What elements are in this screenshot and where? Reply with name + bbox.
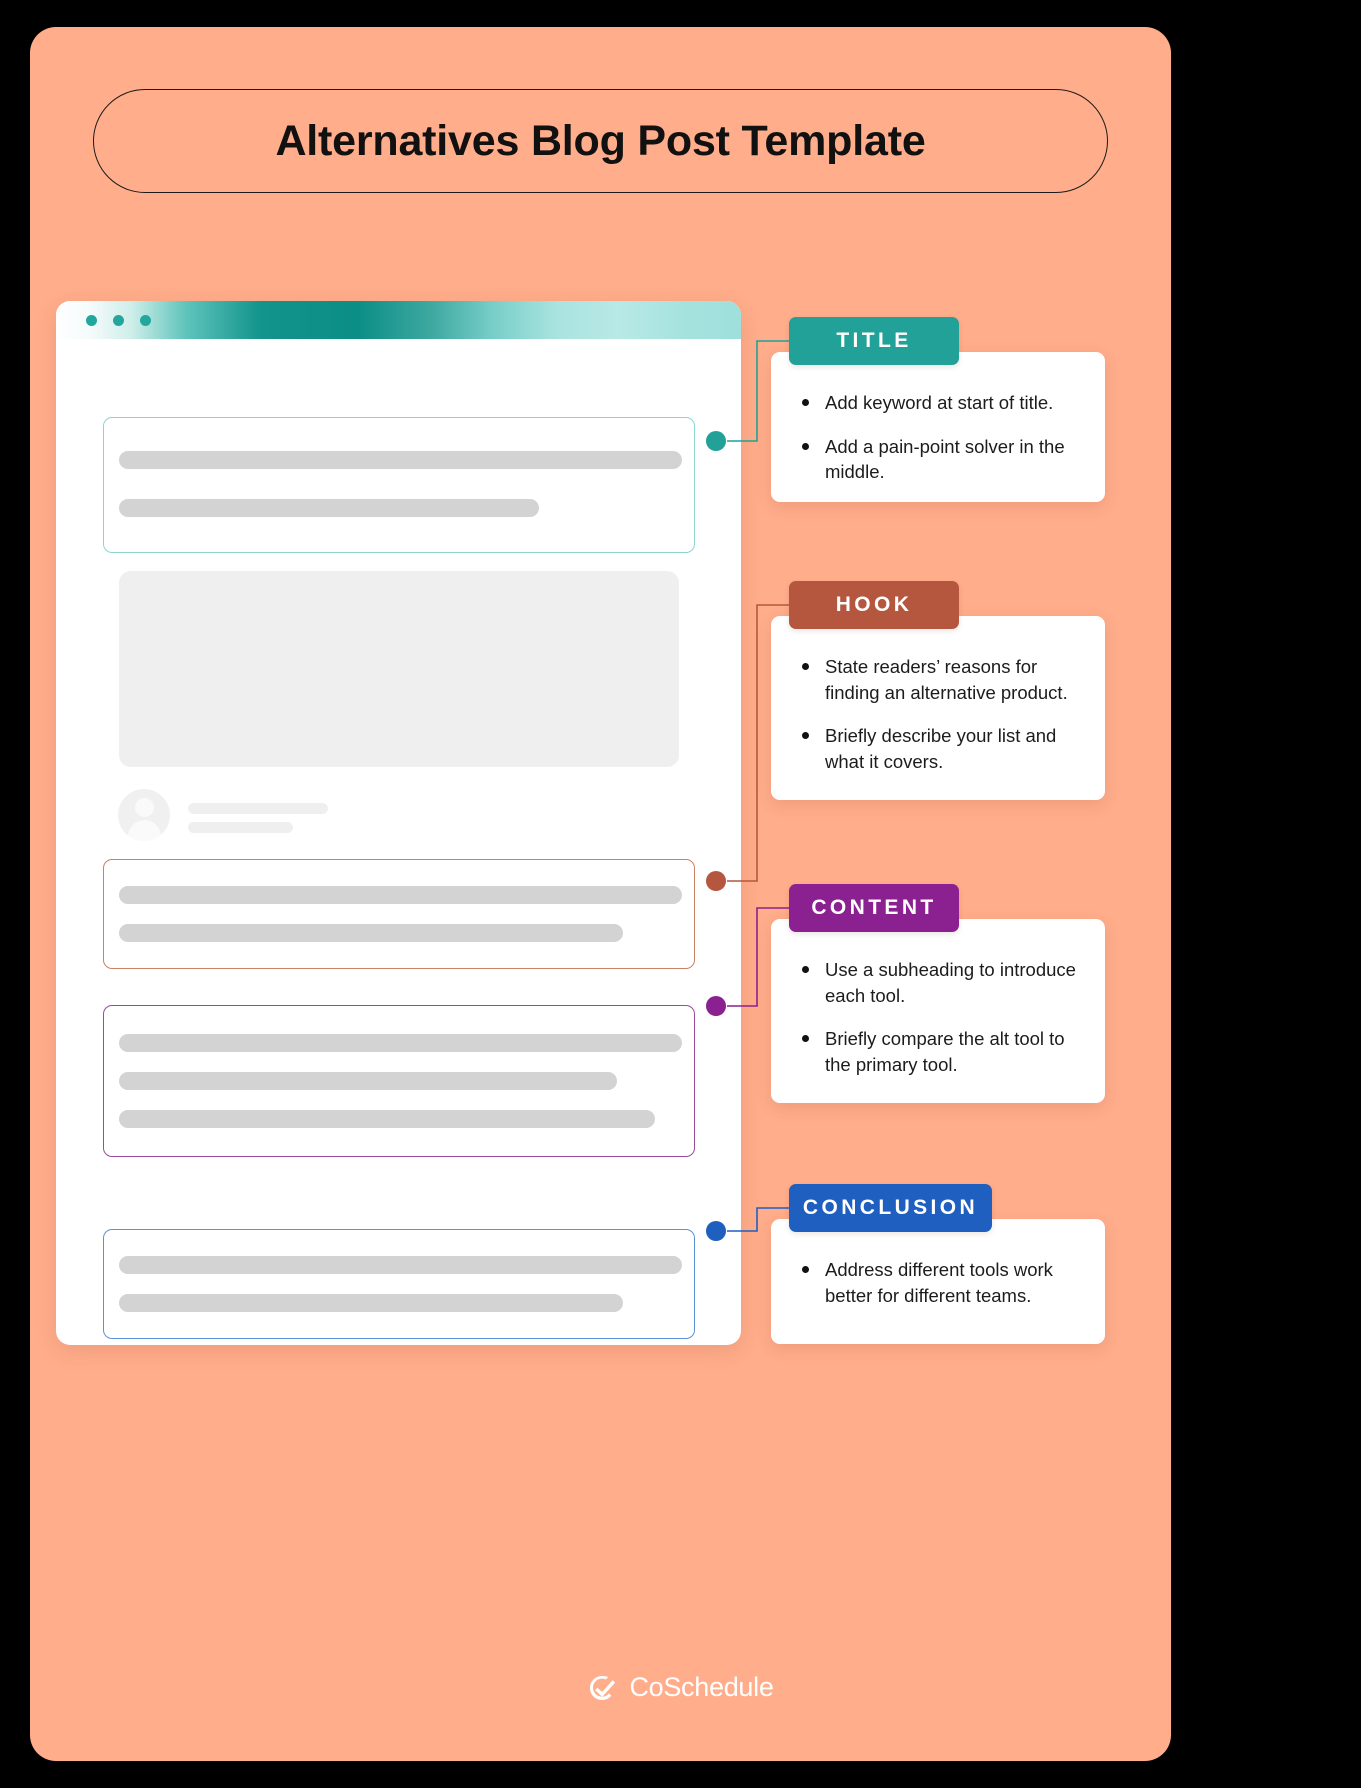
footer-brand: CoSchedule	[0, 1672, 1361, 1703]
callout-badge-label: CONCLUSION	[802, 1196, 979, 1219]
callout-card-hook: State readers’ reasons for finding an al…	[771, 616, 1105, 800]
callout-badge-title: TITLE	[789, 317, 959, 365]
infographic-canvas: Alternatives Blog Post Template TITLE Ad…	[0, 0, 1361, 1788]
mockup-image-placeholder	[119, 571, 679, 767]
callout-bullet-list: Add keyword at start of title. Add a pai…	[793, 390, 1083, 485]
callout-bullet: State readers’ reasons for finding an al…	[793, 654, 1083, 705]
callout-card-title: Add keyword at start of title. Add a pai…	[771, 352, 1105, 502]
skeleton-line	[188, 803, 328, 814]
skeleton-line	[119, 886, 682, 904]
skeleton-line	[119, 1256, 682, 1274]
callout-badge-hook: HOOK	[789, 581, 959, 629]
callout-card-conclusion: Address different tools work better for …	[771, 1219, 1105, 1344]
callout-badge-label: TITLE	[836, 329, 912, 352]
window-dot-close-icon[interactable]	[86, 315, 97, 326]
window-dot-maximize-icon[interactable]	[140, 315, 151, 326]
skeleton-line	[119, 499, 539, 517]
callout-card-content: Use a subheading to introduce each tool.…	[771, 919, 1105, 1103]
mockup-conclusion-block	[103, 1229, 695, 1339]
callout-bullet: Add keyword at start of title.	[793, 390, 1083, 416]
avatar	[118, 789, 170, 841]
page-title: Alternatives Blog Post Template	[275, 116, 926, 165]
callout-badge-conclusion: CONCLUSION	[789, 1184, 992, 1232]
callout-bullet: Briefly compare the alt tool to the prim…	[793, 1026, 1083, 1077]
mockup-hook-block	[103, 859, 695, 969]
skeleton-line	[119, 924, 623, 942]
skeleton-line	[119, 1110, 655, 1128]
brand-name: CoSchedule	[629, 1672, 774, 1702]
callout-bullet-list: Address different tools work better for …	[793, 1257, 1083, 1308]
avatar-body-icon	[127, 820, 161, 841]
skeleton-line	[119, 1034, 682, 1052]
mockup-content-block	[103, 1005, 695, 1157]
browser-titlebar	[56, 301, 741, 339]
callout-bullet-list: State readers’ reasons for finding an al…	[793, 654, 1083, 774]
skeleton-line	[188, 822, 293, 833]
callout-bullet: Address different tools work better for …	[793, 1257, 1083, 1308]
callout-bullet: Add a pain-point solver in the middle.	[793, 434, 1083, 485]
avatar-head-icon	[134, 798, 154, 817]
callout-badge-label: HOOK	[835, 593, 913, 616]
skeleton-line	[119, 1072, 617, 1090]
mockup-title-block	[103, 417, 695, 553]
callout-badge-label: CONTENT	[811, 896, 937, 919]
callout-bullet: Briefly describe your list and what it c…	[793, 723, 1083, 774]
page-title-pill: Alternatives Blog Post Template	[93, 89, 1108, 193]
check-circle-icon	[590, 1675, 616, 1700]
skeleton-line	[119, 451, 682, 469]
skeleton-line	[119, 1294, 623, 1312]
callout-bullet: Use a subheading to introduce each tool.	[793, 957, 1083, 1008]
browser-mockup	[56, 301, 741, 1345]
window-dot-minimize-icon[interactable]	[113, 315, 124, 326]
callout-badge-content: CONTENT	[789, 884, 959, 932]
callout-bullet-list: Use a subheading to introduce each tool.…	[793, 957, 1083, 1077]
mockup-author-row	[118, 789, 418, 845]
